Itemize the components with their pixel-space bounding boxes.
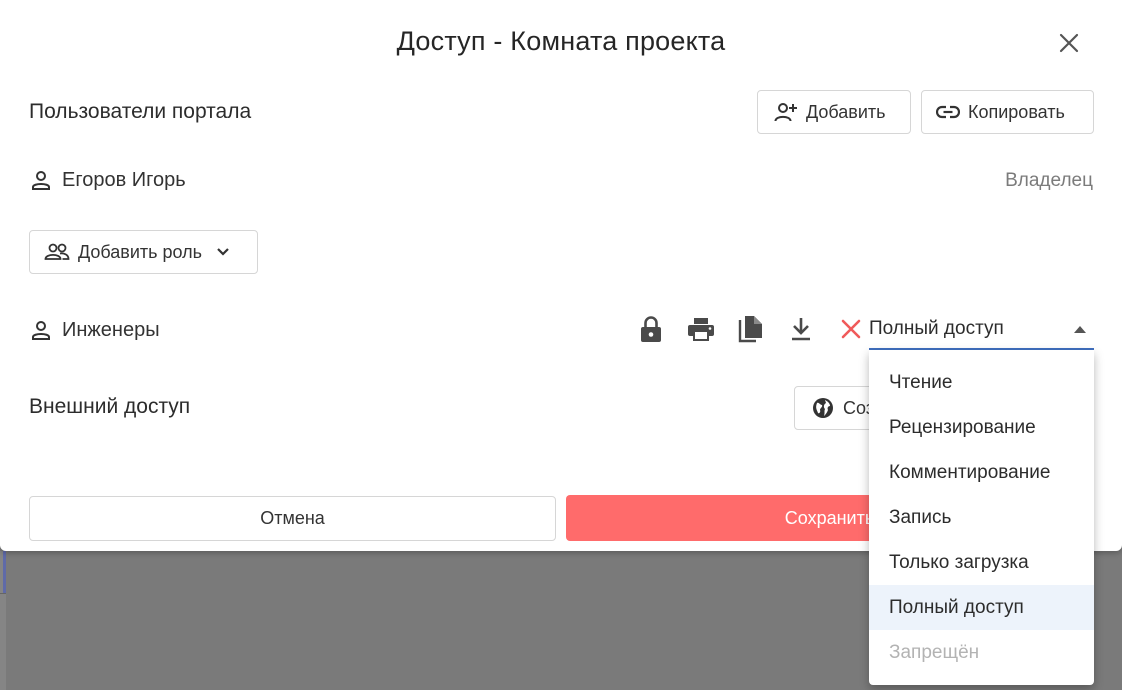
link-icon [936, 105, 960, 119]
lock-icon[interactable] [637, 313, 665, 345]
print-icon[interactable] [687, 313, 715, 345]
access-option-write[interactable]: Запись [869, 495, 1094, 540]
download-icon[interactable] [787, 313, 815, 345]
person-icon [29, 168, 53, 192]
remove-icon[interactable] [837, 313, 865, 345]
access-level-select[interactable]: Полный доступ [869, 310, 1094, 350]
access-option-full[interactable]: Полный доступ [869, 585, 1094, 630]
portal-users-title: Пользователи портала [29, 100, 252, 123]
owner-role-label: Владелец [1005, 170, 1093, 191]
person-icon [29, 318, 53, 342]
access-option-review[interactable]: Рецензирование [869, 405, 1094, 450]
group-name: Инженеры [62, 318, 160, 341]
add-role-button[interactable]: Добавить роль [29, 230, 258, 274]
dialog-title: Доступ - Комната проекта [396, 26, 726, 56]
copy-link-button[interactable]: Копировать [921, 90, 1094, 134]
access-option-denied: Запрещён [889, 641, 980, 663]
owner-row: Егоров Игорь [29, 168, 186, 192]
add-user-label: Добавить [806, 101, 886, 122]
chevron-down-icon [216, 247, 230, 257]
owner-name: Егоров Игорь [62, 168, 186, 191]
add-role-label: Добавить роль [78, 241, 203, 262]
close-button[interactable] [1054, 30, 1084, 60]
cancel-button[interactable]: Отмена [29, 496, 556, 541]
backdrop-panel-edge [0, 551, 6, 690]
permission-toggles [637, 313, 865, 345]
add-user-icon [774, 101, 798, 123]
caret-up-icon [1074, 326, 1086, 333]
access-option-read[interactable]: Чтение [869, 360, 1094, 405]
access-level-dropdown: Чтение Рецензирование Комментирование За… [869, 350, 1094, 685]
access-option-upload-only[interactable]: Только загрузка [869, 540, 1094, 585]
close-icon [1059, 33, 1079, 58]
copy-link-label: Копировать [968, 101, 1065, 122]
globe-icon [811, 396, 835, 420]
copy-file-icon[interactable] [737, 313, 765, 345]
access-level-value: Полный доступ [869, 318, 1004, 339]
group-row: Инженеры [29, 318, 160, 342]
external-access-title: Внешний доступ [29, 395, 191, 418]
access-option-comment[interactable]: Комментирование [869, 450, 1094, 495]
add-user-button[interactable]: Добавить [757, 90, 911, 134]
people-icon [44, 242, 70, 262]
